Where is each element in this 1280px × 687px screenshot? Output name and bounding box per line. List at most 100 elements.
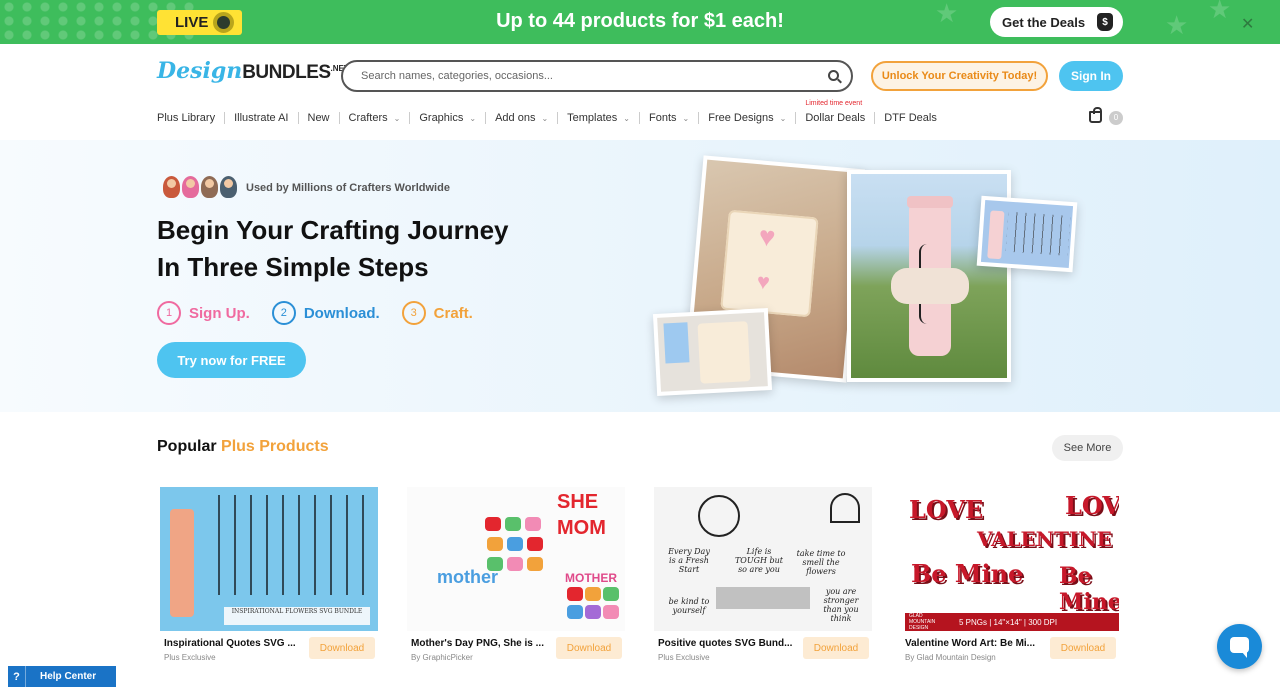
section-title-accent: Plus Products: [221, 438, 329, 455]
product-author[interactable]: By Glad Mountain Design: [905, 653, 996, 662]
thumbnail-watermark: [716, 587, 810, 609]
product-title[interactable]: Mother's Day PNG, She is ...: [411, 638, 551, 649]
product-title[interactable]: Positive quotes SVG Bund...: [658, 638, 798, 649]
chevron-down-icon: ⌄: [541, 113, 549, 123]
money-bag-icon: $: [1097, 13, 1113, 31]
nav-label: Fonts: [649, 112, 677, 124]
limited-time-badge: Limited time event: [805, 100, 863, 107]
download-button[interactable]: Download: [803, 637, 869, 659]
hero-photo-box-template: [652, 308, 773, 396]
social-proof-text: Used by Millions of Crafters Worldwide: [246, 182, 450, 194]
chevron-down-icon: ⌄: [682, 113, 690, 123]
main-nav: Plus Library Illustrate AI New Crafters ⌄…: [157, 100, 937, 126]
nav-label: New: [307, 112, 330, 124]
product-title[interactable]: Valentine Word Art: Be Mi...: [905, 638, 1045, 649]
product-author[interactable]: By GraphicPicker: [411, 653, 473, 662]
avatar-group: [163, 176, 239, 198]
download-button[interactable]: Download: [309, 637, 375, 659]
product-card[interactable]: SHE MOM mother MOTHER Mother's Day PNG, …: [404, 487, 625, 667]
thumbnail-banner: INSPIRATIONAL FLOWERS SVG BUNDLE: [224, 607, 370, 625]
logo-script: Design: [157, 58, 243, 84]
nav-divider: [485, 112, 487, 124]
help-icon: ?: [8, 666, 26, 687]
section-title: Popular Plus Products: [157, 438, 329, 456]
gift-box-illustration: [720, 209, 819, 318]
search-icon[interactable]: [828, 70, 839, 81]
nav-divider: [297, 112, 299, 124]
thumbnail-footer: GLAD MOUNTAIN DESIGN 5 PNGs | 14"×14" | …: [905, 613, 1119, 631]
nav-templates[interactable]: Templates ⌄: [567, 112, 630, 124]
help-label: Help Center: [40, 671, 97, 682]
step-sign-up: 1 Sign Up.: [157, 301, 250, 325]
nav-label: Templates: [567, 112, 618, 124]
section-title-plain: Popular: [157, 438, 217, 455]
step-label: Sign Up.: [189, 304, 250, 322]
download-button[interactable]: Download: [556, 637, 622, 659]
avatar: [182, 176, 199, 198]
step-number: 2: [271, 301, 296, 325]
step-download: 2 Download.: [271, 301, 380, 325]
nav-divider: [795, 112, 797, 124]
shopping-bag-icon[interactable]: [1089, 107, 1102, 123]
nav-new[interactable]: New: [308, 112, 330, 124]
hero-title: Begin Your Crafting Journey In Three Sim…: [157, 212, 577, 286]
nav-label: Plus Library: [157, 112, 216, 124]
nav-label: Illustrate AI: [234, 112, 289, 124]
step-label: Download.: [303, 304, 380, 322]
product-author[interactable]: Plus Exclusive: [658, 653, 710, 662]
site-logo[interactable]: Design BUNDLES .NET: [157, 58, 349, 92]
unlock-creativity-button[interactable]: Unlock Your Creativity Today!: [871, 61, 1048, 91]
nav-graphics[interactable]: Graphics ⌄: [419, 112, 476, 124]
hero-photo-flowers: [976, 195, 1078, 273]
nav-dtf-deals[interactable]: DTF Deals: [884, 112, 937, 124]
nav-divider: [338, 112, 340, 124]
get-deals-label: Get the Deals: [1002, 14, 1086, 30]
nav-divider: [639, 112, 640, 124]
search-placeholder: Search names, categories, occasions...: [361, 70, 553, 82]
product-title[interactable]: Inspirational Quotes SVG ...: [164, 638, 304, 649]
nav-label: DTF Deals: [884, 112, 937, 124]
product-thumbnail[interactable]: LOVE VALENTINE LOVE Be Mine Be Mine GLAD…: [901, 487, 1119, 631]
product-thumbnail[interactable]: INSPIRATIONAL FLOWERS SVG BUNDLE: [160, 487, 378, 631]
chevron-down-icon: ⌄: [779, 113, 787, 123]
see-more-button[interactable]: See More: [1052, 435, 1123, 461]
nav-label: Crafters: [348, 112, 388, 124]
close-icon[interactable]: ✕: [1241, 14, 1254, 34]
nav-label: Dollar Deals: [805, 112, 866, 124]
product-card[interactable]: INSPIRATIONAL FLOWERS SVG BUNDLE Inspira…: [157, 487, 378, 667]
nav-free-designs[interactable]: Free Designs ⌄: [708, 112, 786, 124]
nav-divider: [698, 112, 700, 124]
nav-divider: [409, 112, 411, 124]
nav-label: Free Designs: [708, 112, 774, 124]
promo-banner: ★ ★ ★ LIVE Up to 44 products for $1 each…: [0, 0, 1280, 44]
nav-illustrate-ai[interactable]: Illustrate AI: [234, 112, 288, 124]
nav-plus-library[interactable]: Plus Library: [157, 112, 215, 124]
get-deals-button[interactable]: Get the Deals $: [990, 7, 1123, 37]
sign-in-button[interactable]: Sign In: [1059, 61, 1123, 91]
product-thumbnail[interactable]: SHE MOM mother MOTHER: [407, 487, 625, 631]
product-card[interactable]: Every Day is a Fresh Start Life is TOUGH…: [651, 487, 872, 667]
download-button[interactable]: Download: [1050, 637, 1116, 659]
product-card[interactable]: LOVE VALENTINE LOVE Be Mine Be Mine GLAD…: [898, 487, 1119, 667]
chevron-down-icon: ⌄: [393, 113, 401, 123]
cart-count-badge: 0: [1109, 111, 1123, 125]
product-author[interactable]: Plus Exclusive: [164, 653, 216, 662]
nav-dollar-deals[interactable]: Limited time event Dollar Deals: [805, 100, 866, 124]
chat-button[interactable]: [1217, 624, 1262, 669]
hero-title-line: In Three Simple Steps: [157, 252, 429, 282]
try-free-button[interactable]: Try now for FREE: [157, 342, 306, 378]
nav-fonts[interactable]: Fonts ⌄: [649, 112, 689, 124]
chevron-down-icon: ⌄: [469, 113, 477, 123]
nav-label: Add ons: [495, 112, 536, 124]
help-center-button[interactable]: ? Help Center: [8, 666, 116, 687]
nav-add-ons[interactable]: Add ons ⌄: [495, 112, 548, 124]
avatar: [201, 176, 218, 198]
chevron-down-icon: ⌄: [623, 113, 630, 123]
search-input[interactable]: Search names, categories, occasions...: [341, 60, 853, 92]
hero-title-line: Begin Your Crafting Journey: [157, 215, 509, 245]
product-thumbnail[interactable]: Every Day is a Fresh Start Life is TOUGH…: [654, 487, 872, 631]
nav-crafters[interactable]: Crafters ⌄: [349, 112, 401, 124]
logo-bold: BUNDLES: [242, 62, 331, 83]
chat-bubble-icon: [1230, 637, 1249, 658]
steps-list: 1 Sign Up. 2 Download. 3 Craft.: [157, 301, 495, 325]
